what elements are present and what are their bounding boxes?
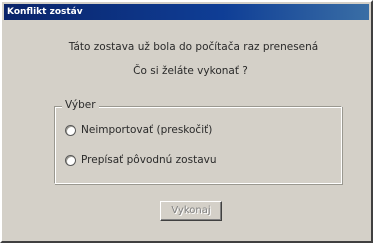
window-title: Konflikt zostáv [7,7,83,17]
message-line-1: Táto zostava už bola do počítača raz pre… [68,41,319,53]
execute-button[interactable]: Vykonaj [160,201,222,221]
radio-button-icon[interactable] [65,124,76,136]
radio-button-icon[interactable] [65,154,76,166]
message-line-2: Čo si želáte vykonať ? [133,65,248,77]
selection-groupbox [54,106,342,184]
option-skip-import[interactable]: Neimportovať (preskočiť) [65,122,212,138]
option-overwrite-original[interactable]: Prepísať pôvodnú zostavu [65,152,217,168]
selection-group-label: Výber [62,98,99,112]
title-bar[interactable]: Konflikt zostáv [4,4,369,20]
option-skip-import-label: Neimportovať (preskočiť) [81,124,213,136]
option-overwrite-original-label: Prepísať pôvodnú zostavu [81,154,217,166]
conflict-dialog: Konflikt zostáv Táto zostava už bola do … [0,0,373,243]
